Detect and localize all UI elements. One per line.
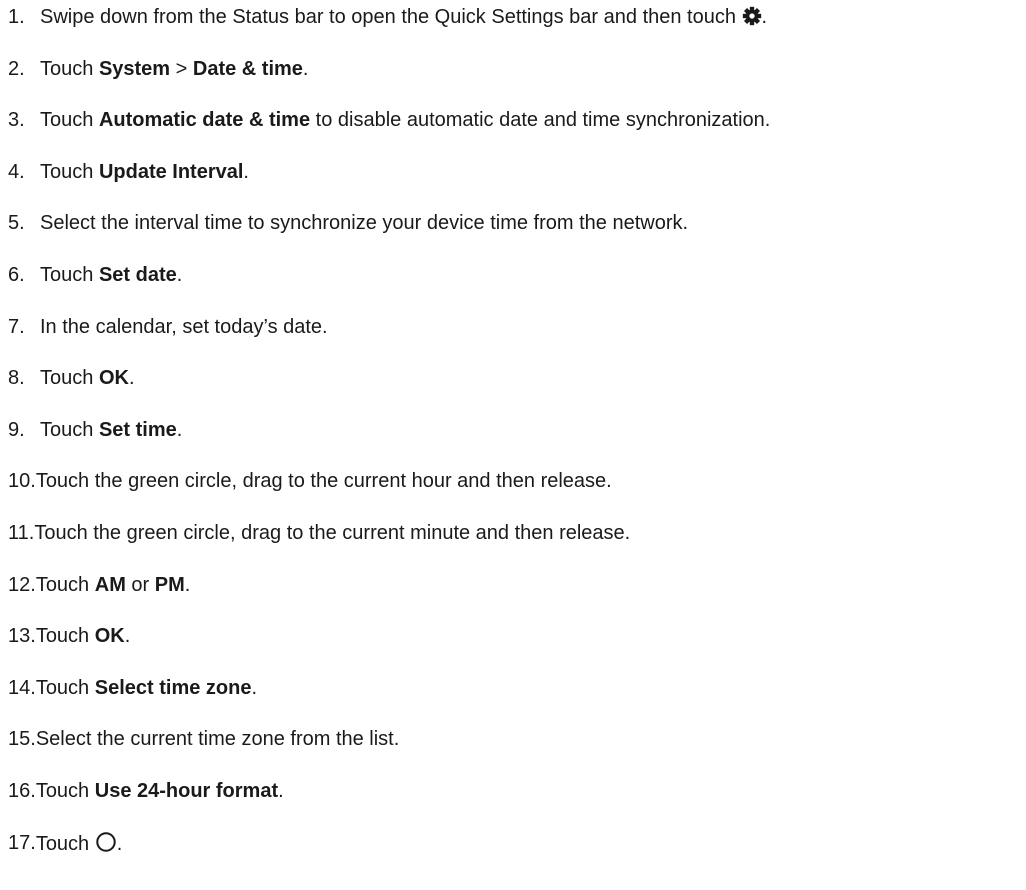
ui-label: Use 24-hour format: [94, 779, 279, 802]
step-4: 4. Touch Update Interval.: [8, 160, 1024, 212]
step-10: 10. Touch the green circle, drag to the c…: [8, 469, 1024, 521]
step-8: 8. Touch OK.: [8, 366, 1024, 418]
ui-label: System: [98, 57, 171, 80]
ui-label: Automatic date & time: [98, 109, 311, 132]
step-text-segment: .: [176, 418, 183, 441]
step-number: 6.: [8, 263, 25, 286]
step-text-segment: Touch: [35, 625, 95, 648]
step-text-segment: Touch: [40, 263, 99, 286]
step-text-segment: Select the current time zone from the li…: [35, 728, 400, 751]
step-5: 5. Select the interval time to synchroniz…: [8, 211, 1024, 263]
step-text-segment: Touch: [40, 160, 99, 183]
step-text-segment: Touch: [35, 779, 95, 802]
step-text-segment: .: [176, 263, 183, 286]
step-text-segment: or: [125, 573, 155, 596]
step-text-segment: Touch the green circle, drag to the curr…: [34, 521, 631, 544]
step-number: 3.: [8, 109, 25, 132]
step-text-segment: .: [128, 367, 135, 390]
ui-label: Set date: [98, 263, 177, 286]
step-number: 8.: [8, 367, 25, 390]
step-number: 17.: [8, 831, 36, 854]
home-circle-icon: [95, 831, 117, 859]
step-number: 11.: [8, 521, 35, 544]
step-number: 15.: [8, 728, 36, 751]
step-7: 7. In the calendar, set today’s date.: [8, 315, 1024, 367]
step-text-segment: Touch: [35, 676, 95, 699]
step-14: 14. Touch Select time zone.: [8, 676, 1024, 728]
step-17: 17. Touch .: [8, 831, 1024, 883]
ui-label: Date & time: [192, 57, 303, 80]
step-text-segment: Touch: [35, 573, 95, 596]
step-text-segment: Swipe down from the Status bar to open t…: [40, 6, 742, 28]
step-text: Touch Set time.: [40, 418, 182, 442]
step-text: Touch Select time zone.: [36, 676, 257, 700]
step-text-segment: Touch: [40, 418, 99, 441]
ui-label: OK: [98, 367, 129, 390]
step-9: 9. Touch Set time.: [8, 418, 1024, 470]
step-text: Touch Automatic date & time to disable a…: [40, 108, 770, 132]
step-number: 12.: [8, 573, 36, 596]
step-text: Touch the green circle, drag to the curr…: [36, 469, 612, 493]
instruction-steps-list: 1. Swipe down from the Status bar to open…: [8, 5, 1024, 882]
step-text-segment: .: [761, 6, 768, 28]
ui-label: OK: [94, 625, 125, 648]
step-text: Touch Set date.: [40, 263, 182, 287]
step-12: 12. Touch AM or PM.: [8, 573, 1024, 625]
step-13: 13. Touch OK.: [8, 624, 1024, 676]
step-text-segment: Touch the green circle, drag to the curr…: [35, 470, 612, 493]
step-text-segment: Touch: [35, 832, 95, 855]
step-text-segment: .: [124, 625, 131, 648]
step-2: 2. Touch System > Date & time.: [8, 57, 1024, 109]
step-1: 1. Swipe down from the Status bar to open…: [8, 5, 1024, 57]
step-text-segment: Touch: [40, 57, 99, 80]
ui-label: Select time zone: [94, 676, 252, 699]
step-number: 10.: [8, 470, 36, 493]
step-number: 2.: [8, 57, 25, 80]
step-text-segment: .: [251, 676, 258, 699]
step-text-segment: In the calendar, set today’s date.: [40, 315, 328, 338]
ui-label: Set time: [98, 418, 177, 441]
step-number: 1.: [8, 6, 25, 28]
step-number: 4.: [8, 160, 25, 183]
step-number: 9.: [8, 418, 25, 441]
step-11: 11. Touch the green circle, drag to the c…: [8, 521, 1024, 573]
gear-icon: [742, 6, 762, 32]
step-text: Select the interval time to synchronize …: [40, 211, 688, 235]
step-text: Touch System > Date & time.: [40, 57, 308, 81]
step-text-segment: .: [116, 832, 123, 855]
ui-label: Update Interval: [98, 160, 244, 183]
step-number: 5.: [8, 212, 25, 235]
step-text-segment: Touch: [40, 109, 99, 132]
step-text: Select the current time zone from the li…: [36, 727, 400, 751]
step-text: Touch .: [35, 831, 123, 859]
step-number: 7.: [8, 315, 25, 338]
step-text: Swipe down from the Status bar to open t…: [40, 5, 767, 32]
step-text-segment: .: [278, 779, 284, 802]
step-text: Touch AM or PM.: [36, 573, 191, 597]
step-text-segment: to disable automatic date and time synch…: [310, 109, 771, 132]
step-number: 13.: [8, 625, 36, 648]
step-text-segment: >: [170, 57, 193, 80]
step-text: In the calendar, set today’s date.: [40, 315, 328, 339]
step-number: 14.: [8, 676, 36, 699]
step-text-segment: Touch: [40, 367, 99, 390]
step-text: Touch OK.: [36, 624, 131, 648]
step-text-segment: .: [243, 160, 249, 183]
step-text-segment: Select the interval time to synchronize …: [40, 212, 689, 235]
step-3: 3. Touch Automatic date & time to disable…: [8, 108, 1024, 160]
step-text: Touch the green circle, drag to the curr…: [34, 521, 630, 545]
step-number: 16.: [8, 779, 36, 802]
step-16: 16. Touch Use 24-hour format.: [8, 779, 1024, 831]
ui-label: PM: [154, 573, 185, 596]
step-15: 15. Select the current time zone from the…: [8, 727, 1024, 779]
ui-label: AM: [94, 573, 126, 596]
step-text-segment: .: [302, 57, 309, 80]
step-text-segment: .: [184, 573, 191, 596]
step-text: Touch Use 24-hour format.: [36, 779, 284, 803]
step-text: Touch Update Interval.: [40, 160, 249, 184]
step-6: 6. Touch Set date.: [8, 263, 1024, 315]
step-text: Touch OK.: [40, 366, 135, 390]
